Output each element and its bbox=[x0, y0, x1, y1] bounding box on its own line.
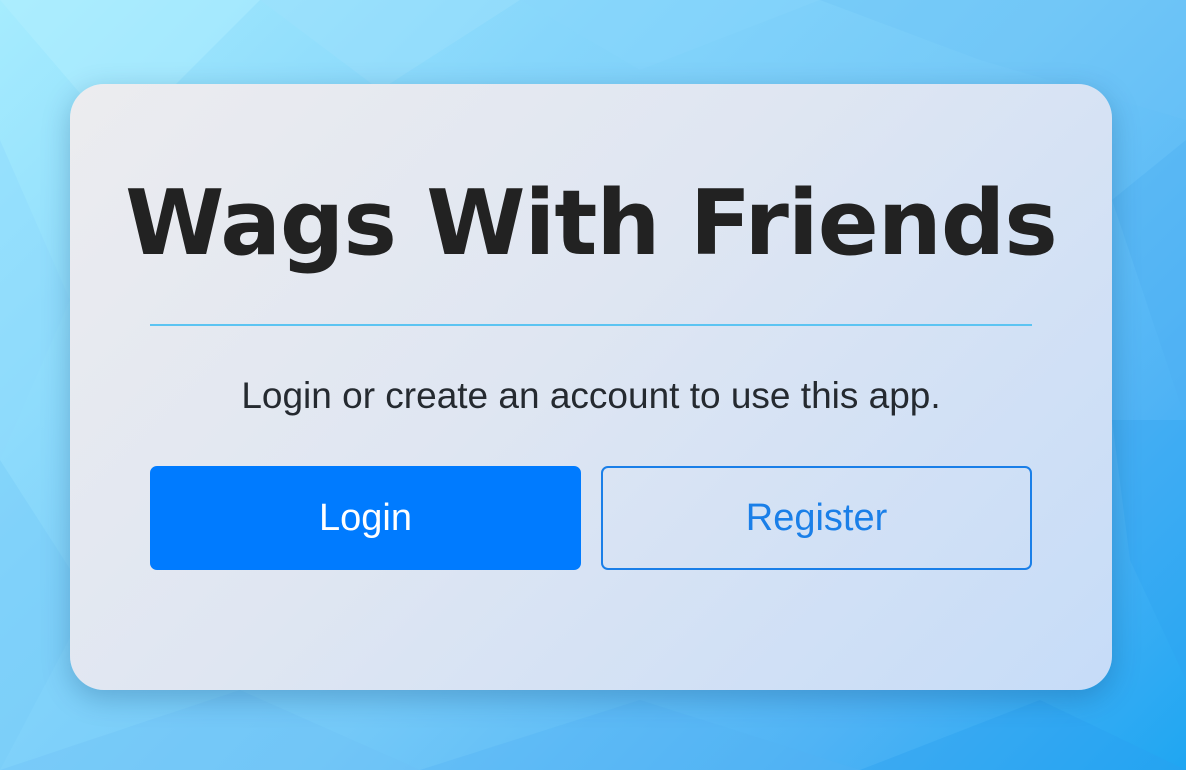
login-button[interactable]: Login bbox=[150, 466, 581, 570]
subtitle-text: Login or create an account to use this a… bbox=[241, 375, 941, 416]
title-divider bbox=[150, 324, 1032, 326]
login-card: Wags With Friends Login or create an acc… bbox=[70, 84, 1112, 690]
register-button-label: Register bbox=[745, 496, 888, 539]
register-button[interactable]: Register bbox=[601, 466, 1032, 570]
login-button-label: Login bbox=[319, 496, 412, 539]
app-title: Wags With Friends bbox=[125, 171, 1058, 276]
